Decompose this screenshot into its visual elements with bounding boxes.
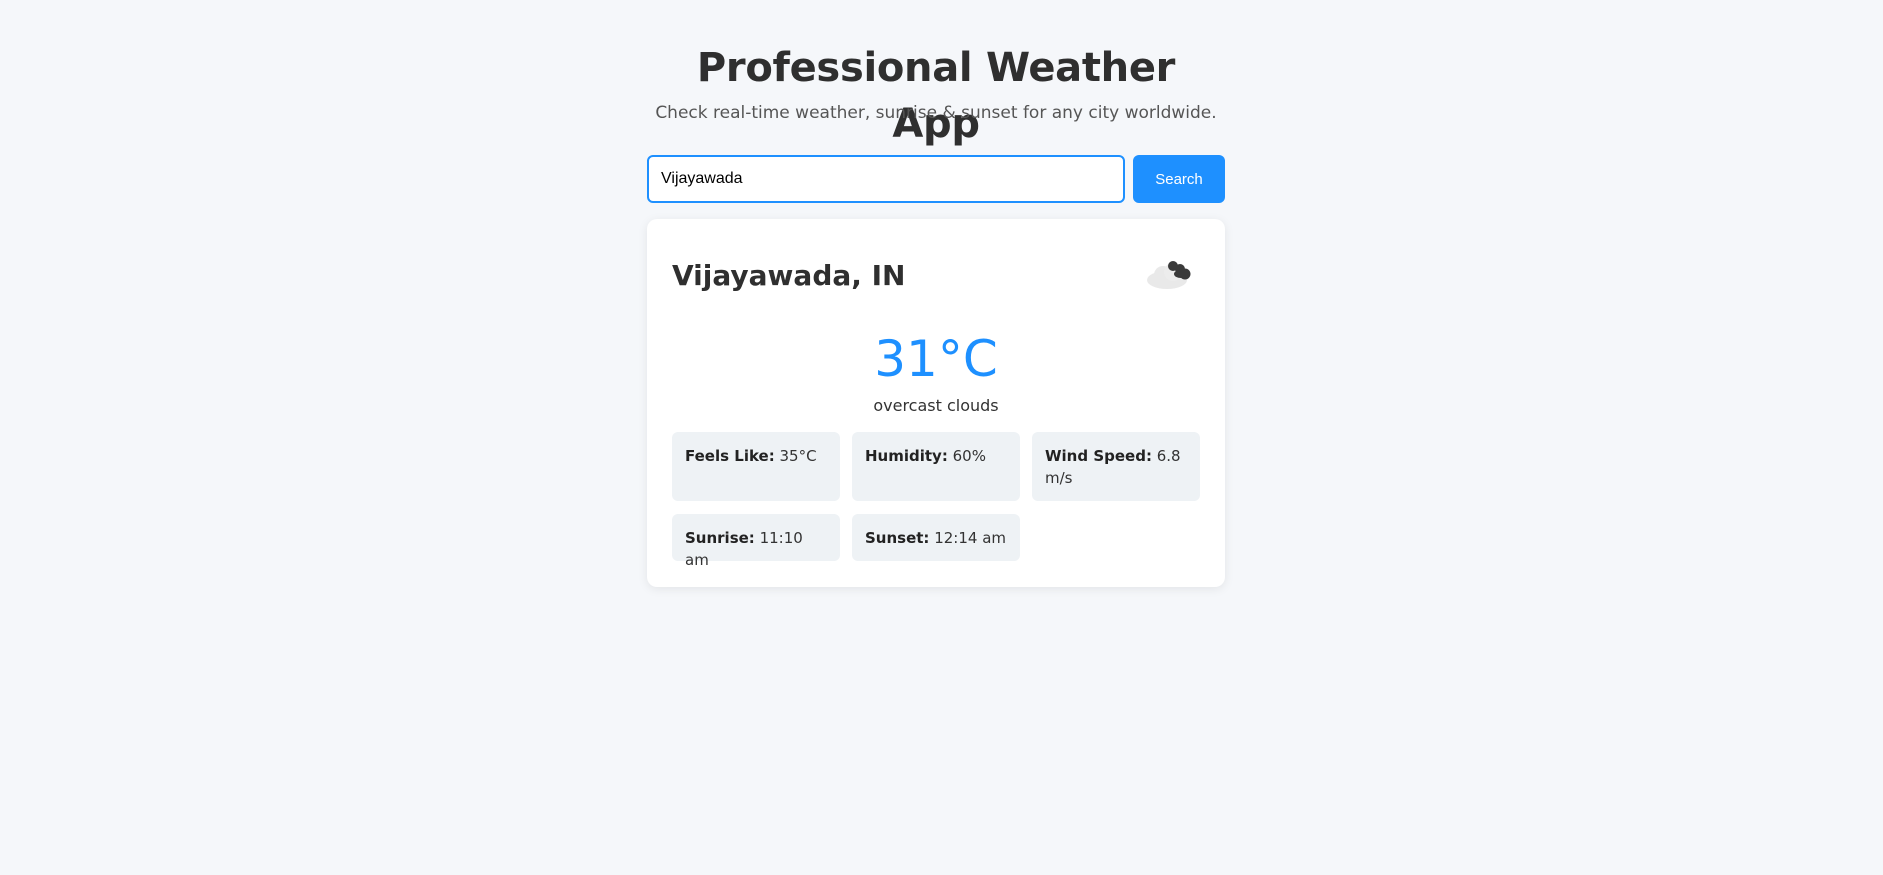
temperature: 31°C <box>874 330 998 388</box>
detail-value: 35°C <box>779 447 817 465</box>
location-title: Vijayawada, IN <box>672 259 906 292</box>
detail-sunrise: Sunrise: 11:10 am <box>672 514 840 569</box>
detail-sunset: Sunset: 12:14 am <box>852 514 1020 561</box>
detail-wind-speed: Wind Speed: 6.8 m/s <box>1032 432 1200 501</box>
page-title: Professional Weather App <box>696 45 1176 147</box>
detail-label: Humidity: <box>865 447 948 465</box>
detail-label: Feels Like: <box>685 447 775 465</box>
detail-label: Sunset: <box>865 529 930 547</box>
detail-humidity: Humidity: 60% <box>852 432 1020 501</box>
weather-description: overcast clouds <box>873 396 999 415</box>
cloud-icon <box>1143 255 1197 295</box>
detail-value: 12:14 am <box>934 529 1007 547</box>
page-subtitle: Check real-time weather, sunrise & sunse… <box>655 103 1217 123</box>
search-input[interactable] <box>647 155 1125 203</box>
detail-value: 60% <box>952 447 986 465</box>
search-button[interactable]: Search <box>1133 155 1225 203</box>
detail-feels-like: Feels Like: 35°C <box>672 432 840 501</box>
detail-label: Sunrise: <box>685 529 755 547</box>
weather-card: Vijayawada, IN 31°C overcast clouds Feel… <box>647 219 1225 587</box>
detail-label: Wind Speed: <box>1045 447 1152 465</box>
